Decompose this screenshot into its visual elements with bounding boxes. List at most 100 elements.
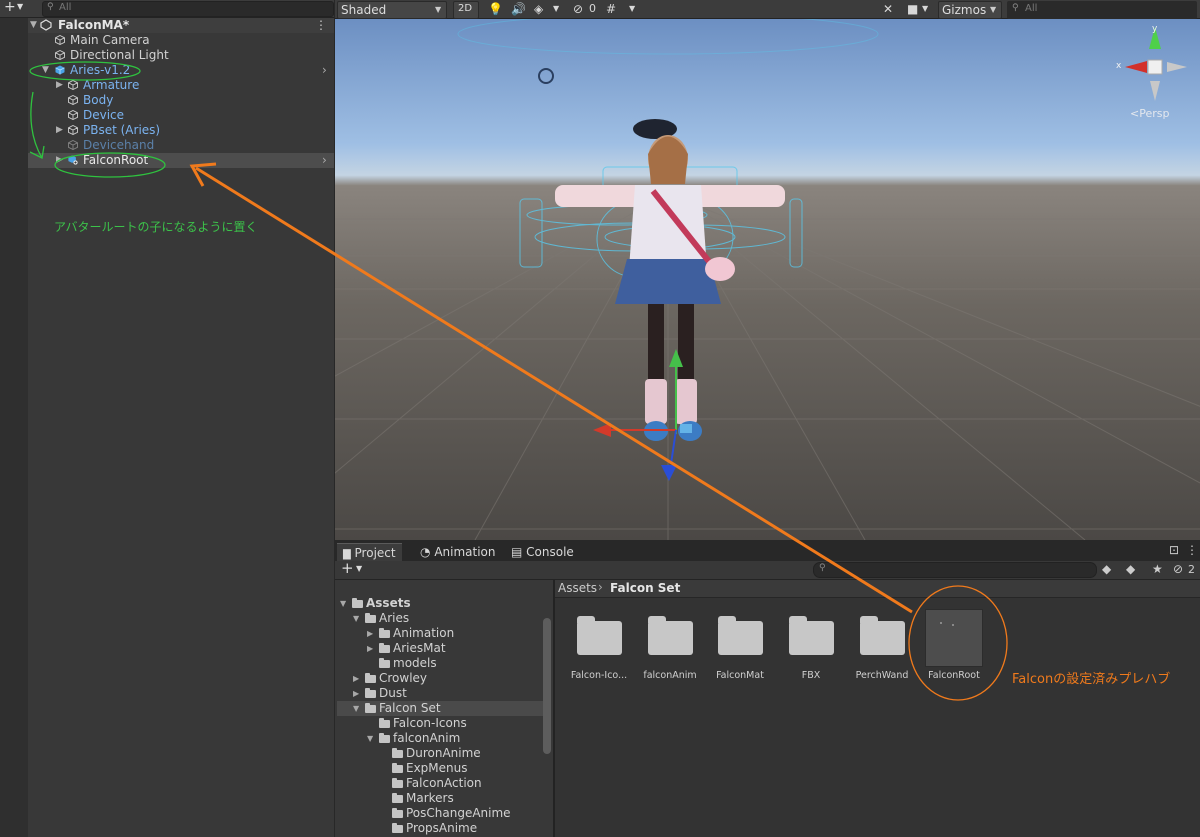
light-gizmo-icon[interactable] [538, 68, 554, 84]
asset-folder-falconanim[interactable]: falconAnim [635, 615, 705, 681]
hierarchy-item-device[interactable]: Device [28, 108, 334, 123]
ground-grid [335, 193, 1200, 540]
prefab-thumbnail [925, 609, 983, 667]
tree-scrollbar[interactable] [543, 618, 551, 754]
add-object-button[interactable]: + [4, 0, 16, 15]
tree-item-falconanim[interactable]: ▼ falconAnim [367, 731, 460, 746]
folder-icon [379, 658, 390, 668]
breadcrumb-root[interactable]: Assets [558, 581, 597, 595]
hierarchy-item-label: Directional Light [70, 48, 169, 62]
chevron-right-icon[interactable]: › [322, 63, 327, 78]
effects-icon[interactable]: ◈ [534, 2, 543, 16]
asset-folder-falconmat[interactable]: FalconMat [705, 615, 775, 681]
collapse-arrow-icon[interactable]: ▶ [353, 671, 359, 686]
tree-label: Aries [379, 611, 410, 625]
add-dropdown-icon[interactable]: ▼ [17, 2, 23, 11]
tree-item-poschangeanime[interactable]: PosChangeAnime [392, 806, 511, 821]
collapse-arrow-icon[interactable]: ▶ [56, 153, 63, 168]
tools-icon[interactable]: ✕ [883, 2, 893, 16]
hierarchy-item-label: Devicehand [83, 138, 155, 152]
grid-icon[interactable]: # [606, 2, 616, 16]
expand-arrow-icon[interactable]: ▼ [367, 731, 373, 746]
collapse-arrow-icon[interactable]: ▶ [353, 686, 359, 701]
asset-folder-fbx[interactable]: FBX [776, 615, 846, 681]
expand-arrow-icon[interactable]: ▼ [353, 701, 359, 716]
tree-item-falcon-icons[interactable]: Falcon-Icons [379, 716, 467, 731]
more-options-icon[interactable]: ⋮ [1186, 543, 1198, 557]
collapse-arrow-icon[interactable]: ▶ [56, 123, 63, 138]
collapse-arrow-icon[interactable]: ▶ [56, 78, 63, 93]
tree-item-ariesmat[interactable]: ▶ AriesMat [367, 641, 446, 656]
lock-icon[interactable]: ⊡ [1169, 543, 1179, 557]
hidden-packages-icon[interactable]: ⊘ [1173, 562, 1183, 576]
gizmos-dropdown[interactable]: Gizmos ▼ [938, 1, 1002, 19]
tree-item-assets[interactable]: ▼ Assets [340, 596, 411, 611]
asset-folder-falcon-icons[interactable]: Falcon-Ico... [564, 615, 634, 681]
hierarchy-item-pbset[interactable]: ▶ PBset (Aries) [28, 123, 334, 138]
lighting-icon[interactable]: 💡 [488, 2, 503, 16]
breadcrumb-current[interactable]: Falcon Set [610, 581, 680, 595]
search-by-type-icon[interactable]: ◆ [1102, 562, 1111, 576]
tree-label: Assets [366, 596, 411, 610]
search-by-label-icon[interactable]: ◆ [1126, 562, 1135, 576]
expand-arrow-icon[interactable]: ▼ [340, 596, 346, 611]
hierarchy-item-directional-light[interactable]: Directional Light [28, 48, 334, 63]
scene-search-input[interactable]: ⚲ All [1007, 1, 1197, 19]
tree-item-animation[interactable]: ▶ Animation [367, 626, 454, 641]
tree-item-aries[interactable]: ▼ Aries [353, 611, 409, 626]
hierarchy-item-body[interactable]: Body [28, 93, 334, 108]
chevron-right-icon[interactable]: › [322, 153, 327, 168]
chevron-down-icon[interactable]: ▼ [629, 4, 635, 13]
hierarchy-item-falconroot[interactable]: ▶ FalconRoot › [28, 153, 334, 168]
asset-prefab-falconroot[interactable]: FalconRoot [919, 609, 989, 681]
hierarchy-item-aries[interactable]: ▼ Aries-v1.2 › [28, 63, 334, 78]
hierarchy-item-main-camera[interactable]: Main Camera [28, 33, 334, 48]
tree-item-propsanime[interactable]: PropsAnime [392, 821, 477, 836]
hierarchy-search-input[interactable]: ⚲ All [42, 1, 334, 17]
asset-folder-perchwand[interactable]: PerchWand [847, 615, 917, 681]
shading-mode-label: Shaded [341, 3, 387, 17]
favorites-star-icon[interactable]: ★ [1152, 562, 1163, 576]
audio-icon[interactable]: 🔊 [511, 2, 526, 16]
chevron-down-icon[interactable]: ▼ [553, 4, 559, 13]
folder-icon [365, 703, 376, 713]
projection-toggle-button[interactable]: <Persp [1130, 107, 1169, 120]
expand-arrow-icon[interactable]: ▼ [42, 63, 49, 78]
avatar-model[interactable] [555, 119, 785, 441]
expand-arrow-icon[interactable]: ▼ [353, 611, 359, 626]
tree-item-markers[interactable]: Markers [392, 791, 454, 806]
tree-item-dust[interactable]: ▶ Dust [353, 686, 407, 701]
hierarchy-item-armature[interactable]: ▶ Armature [28, 78, 334, 93]
expand-arrow-icon[interactable]: ▼ [30, 18, 37, 33]
orientation-gizmo[interactable] [1125, 27, 1187, 101]
chevron-down-icon[interactable]: ▼ [356, 564, 362, 573]
shading-mode-dropdown[interactable]: Shaded ▼ [337, 1, 447, 19]
asset-label: FBX [801, 670, 821, 681]
tab-console[interactable]: ▤ Console [505, 543, 580, 561]
tree-label: Animation [393, 626, 455, 640]
tree-item-falconaction[interactable]: FalconAction [392, 776, 482, 791]
scene-root-row[interactable]: ▼ FalconMA* ⋮ [28, 18, 334, 33]
scene-menu-icon[interactable]: ⋮ [315, 18, 327, 33]
hierarchy-item-devicehand[interactable]: Devicehand [28, 138, 334, 153]
tab-animation[interactable]: ◔ Animation [414, 543, 502, 561]
tree-item-models[interactable]: models [379, 656, 437, 671]
project-search-input[interactable]: ⚲ [813, 562, 1097, 578]
tree-item-falcon-set[interactable]: ▼ Falcon Set [337, 701, 543, 716]
collapse-arrow-icon[interactable]: ▶ [367, 626, 373, 641]
tab-label: Console [526, 545, 574, 559]
2d-toggle-button[interactable]: 2D [453, 1, 479, 19]
tree-label: Falcon-Icons [393, 716, 467, 730]
tree-label: falconAnim [393, 731, 461, 745]
tree-item-duronanime[interactable]: DuronAnime [392, 746, 481, 761]
create-asset-button[interactable]: + [341, 559, 354, 577]
scene-viewport[interactable]: y x <Persp [335, 19, 1200, 540]
camera-icon[interactable]: ■ [907, 2, 918, 16]
collapse-arrow-icon[interactable]: ▶ [367, 641, 373, 656]
folder-icon [392, 793, 403, 803]
tree-item-expmenus[interactable]: ExpMenus [392, 761, 468, 776]
tree-item-crowley[interactable]: ▶ Crowley [353, 671, 427, 686]
hidden-objects-icon[interactable]: ⊘ [573, 2, 583, 16]
tree-label: models [393, 656, 437, 670]
chevron-down-icon[interactable]: ▼ [922, 4, 928, 13]
